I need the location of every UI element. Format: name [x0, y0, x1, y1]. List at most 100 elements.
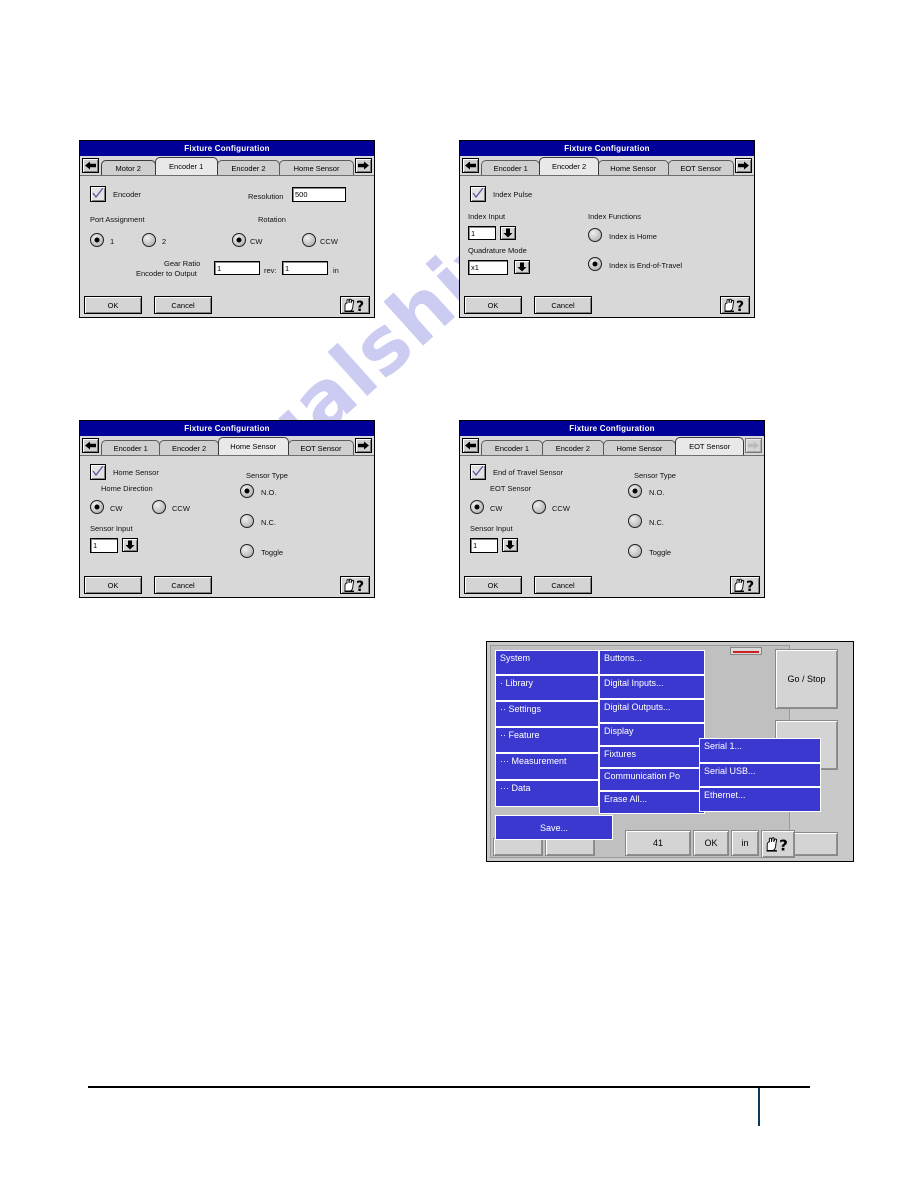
sensor-type-radio-nc[interactable] — [240, 514, 254, 528]
go-stop-button[interactable]: Go / Stop — [775, 649, 838, 709]
menu-item-erase-all[interactable]: Erase All... — [599, 791, 705, 814]
ok-button[interactable]: OK — [84, 576, 142, 594]
index-functions-radio-home[interactable] — [588, 228, 602, 242]
menu-item-library[interactable]: · Library — [495, 675, 599, 701]
tab-encoder-2[interactable]: Encoder 2 — [216, 160, 281, 175]
eot-direction-option-cw-label: CW — [490, 504, 503, 513]
index-input-down-arrow-icon[interactable] — [500, 226, 516, 240]
home-direction-radio-ccw[interactable] — [152, 500, 166, 514]
tab-encoder-1[interactable]: Encoder 1 — [154, 157, 218, 175]
sensor-input-field[interactable]: 1 — [90, 538, 118, 553]
cancel-button[interactable]: Cancel — [154, 576, 212, 594]
tab-encoder-1[interactable]: Encoder 1 — [101, 440, 161, 455]
menu-item-digital-inputs[interactable]: Digital Inputs... — [599, 675, 705, 699]
menu-item-serial-1[interactable]: Serial 1... — [699, 738, 821, 763]
index-input-field[interactable]: 1 — [468, 226, 496, 240]
tab-next-arrow-icon[interactable] — [355, 438, 372, 453]
ok-button[interactable]: OK — [464, 296, 522, 314]
rotation-radio-ccw[interactable] — [302, 233, 316, 247]
cancel-button[interactable]: Cancel — [154, 296, 212, 314]
sensor-input-field[interactable]: 1 — [470, 538, 498, 553]
menu-item-buttons[interactable]: Buttons... — [599, 650, 705, 675]
quadrature-mode-field[interactable]: x1 — [468, 260, 508, 275]
tab-motor-2[interactable]: Motor 2 — [101, 160, 156, 175]
bottom-left-button-1[interactable] — [493, 838, 543, 856]
menu-item-display[interactable]: Display — [599, 723, 705, 746]
sensor-type-option-no-label: N.O. — [649, 488, 665, 497]
tab-next-arrow-icon[interactable] — [735, 158, 752, 173]
menu-item-data[interactable]: ··· Data — [495, 780, 599, 807]
eot-direction-radio-ccw[interactable] — [532, 500, 546, 514]
hand-question-help-icon[interactable]: ? — [761, 830, 795, 858]
sensor-input-down-arrow-icon[interactable] — [502, 538, 518, 552]
tab-home-sensor[interactable]: Home Sensor — [602, 440, 677, 455]
menu-item-ethernet[interactable]: Ethernet... — [699, 787, 821, 812]
sensor-type-radio-no[interactable] — [628, 484, 642, 498]
home-direction-radio-cw[interactable] — [90, 500, 104, 514]
sensor-type-radio-nc[interactable] — [628, 514, 642, 528]
tab-prev-arrow-icon[interactable] — [462, 158, 479, 173]
ok-button[interactable]: OK — [84, 296, 142, 314]
fixture-configuration-dialog-encoder1: Fixture Configuration Motor 2 Encoder 1 … — [79, 140, 375, 318]
index-pulse-checkbox-label: Index Pulse — [493, 190, 533, 199]
rotation-radio-cw[interactable] — [232, 233, 246, 247]
tab-encoder-2[interactable]: Encoder 2 — [541, 440, 604, 455]
ok-button[interactable]: OK — [693, 830, 729, 856]
dialog-titlebar: Fixture Configuration — [80, 141, 374, 156]
index-pulse-checkbox[interactable] — [470, 186, 486, 202]
cancel-button[interactable]: Cancel — [534, 576, 592, 594]
gear-ratio-label-line1: Gear Ratio — [164, 259, 201, 268]
sensor-type-option-no-label: N.O. — [261, 488, 277, 497]
bottom-left-button-2[interactable] — [545, 838, 595, 856]
quadrature-mode-down-arrow-icon[interactable] — [514, 260, 530, 274]
tab-eot-sensor[interactable]: EOT Sensor — [287, 440, 355, 455]
menu-item-serial-usb[interactable]: Serial USB... — [699, 763, 821, 787]
menu-item-system[interactable]: System — [495, 650, 599, 675]
tab-encoder-2[interactable]: Encoder 2 — [159, 440, 219, 455]
tab-prev-arrow-icon[interactable] — [462, 438, 479, 453]
menu-item-settings[interactable]: ·· Settings — [495, 701, 599, 727]
tab-home-sensor[interactable]: Home Sensor — [597, 160, 669, 175]
encoder-enable-checkbox[interactable] — [90, 186, 106, 202]
port-assignment-radio-2[interactable] — [142, 233, 156, 247]
sensor-type-radio-toggle[interactable] — [240, 544, 254, 558]
tab-encoder-1[interactable]: Encoder 1 — [481, 440, 543, 455]
sensor-type-radio-toggle[interactable] — [628, 544, 642, 558]
resolution-input[interactable]: 500 — [292, 187, 346, 202]
rotation-option-ccw-label: CCW — [320, 237, 338, 246]
tab-encoder-2[interactable]: Encoder 2 — [539, 157, 599, 175]
home-sensor-checkbox[interactable] — [90, 464, 106, 480]
eot-sensor-checkbox[interactable] — [470, 464, 486, 480]
tab-prev-arrow-icon[interactable] — [82, 438, 99, 453]
tab-eot-sensor[interactable]: EOT Sensor — [667, 160, 735, 175]
menu-item-digital-outputs[interactable]: Digital Outputs... — [599, 699, 705, 723]
cancel-button[interactable]: Cancel — [534, 296, 592, 314]
gear-ratio-encoder-input[interactable]: 1 — [214, 261, 260, 275]
tab-eot-sensor[interactable]: EOT Sensor — [675, 437, 745, 455]
hand-question-help-icon[interactable]: ? — [340, 296, 370, 314]
tab-encoder-1[interactable]: Encoder 1 — [481, 160, 541, 175]
hand-question-help-icon[interactable]: ? — [720, 296, 750, 314]
menu-item-fixtures[interactable]: Fixtures — [599, 746, 705, 768]
port-assignment-radio-1[interactable] — [90, 233, 104, 247]
system-menu-screenshot: Go / Stop 41 OK in ? System · Library ··… — [486, 641, 854, 862]
eot-direction-radio-cw[interactable] — [470, 500, 484, 514]
gear-ratio-output-input[interactable]: 1 — [282, 261, 328, 275]
ok-button[interactable]: OK — [464, 576, 522, 594]
index-functions-radio-eot[interactable] — [588, 257, 602, 271]
menu-item-communication-ports[interactable]: Communication Po — [599, 768, 705, 791]
red-indicator-bar — [730, 647, 762, 655]
hand-question-help-icon[interactable]: ? — [340, 576, 370, 594]
tab-next-arrow-icon[interactable] — [355, 158, 372, 173]
eot-direction-option-ccw-label: CCW — [552, 504, 570, 513]
menu-column-system-submenu: Buttons... Digital Inputs... Digital Out… — [599, 650, 705, 814]
hand-question-help-icon[interactable]: ? — [730, 576, 760, 594]
menu-item-feature[interactable]: ·· Feature — [495, 727, 599, 753]
sensor-input-down-arrow-icon[interactable] — [122, 538, 138, 552]
menu-item-measurement[interactable]: ··· Measurement — [495, 753, 599, 780]
tab-home-sensor[interactable]: Home Sensor — [279, 160, 355, 175]
menu-save-button[interactable]: Save... — [495, 815, 613, 840]
tab-prev-arrow-icon[interactable] — [82, 158, 99, 173]
sensor-type-radio-no[interactable] — [240, 484, 254, 498]
tab-home-sensor[interactable]: Home Sensor — [217, 437, 289, 455]
